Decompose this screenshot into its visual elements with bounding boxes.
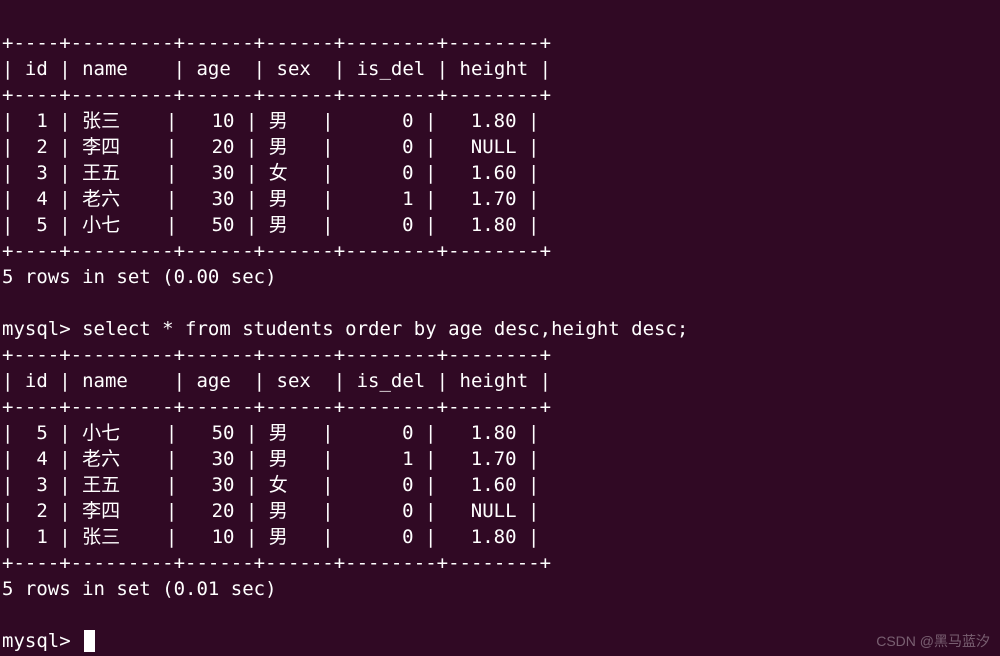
result2-status: 5 rows in set (0.01 sec) <box>2 578 277 600</box>
table1-border-bot: +----+---------+------+------+--------+-… <box>2 240 551 262</box>
prompt-line[interactable]: mysql> <box>2 630 95 652</box>
watermark-text: CSDN @黑马蓝汐 <box>876 628 990 654</box>
table2-row-5: | 1 | 张三 | 10 | 男 | 0 | 1.80 | <box>2 526 539 548</box>
table1-row-4: | 4 | 老六 | 30 | 男 | 1 | 1.70 | <box>2 188 539 210</box>
table2-border-top: +----+---------+------+------+--------+-… <box>2 344 551 366</box>
terminal-output: +----+---------+------+------+--------+-… <box>0 0 1000 656</box>
table2-row-4: | 2 | 李四 | 20 | 男 | 0 | NULL | <box>2 500 539 522</box>
result1-status: 5 rows in set (0.00 sec) <box>2 266 277 288</box>
query-line: mysql> select * from students order by a… <box>2 318 688 340</box>
table2-row-3: | 3 | 王五 | 30 | 女 | 0 | 1.60 | <box>2 474 539 496</box>
table1-header: | id | name | age | sex | is_del | heigh… <box>2 58 551 80</box>
table1-row-5: | 5 | 小七 | 50 | 男 | 0 | 1.80 | <box>2 214 539 236</box>
table2-row-1: | 5 | 小七 | 50 | 男 | 0 | 1.80 | <box>2 422 539 444</box>
table2-border-bot: +----+---------+------+------+--------+-… <box>2 552 551 574</box>
table1-border-top: +----+---------+------+------+--------+-… <box>2 32 551 54</box>
sql-query: select * from students order by age desc… <box>82 318 688 340</box>
cursor-icon <box>84 630 95 652</box>
table1-row-2: | 2 | 李四 | 20 | 男 | 0 | NULL | <box>2 136 539 158</box>
table2-border-mid: +----+---------+------+------+--------+-… <box>2 396 551 418</box>
table2-row-2: | 4 | 老六 | 30 | 男 | 1 | 1.70 | <box>2 448 539 470</box>
table2-header: | id | name | age | sex | is_del | heigh… <box>2 370 551 392</box>
table1-row-3: | 3 | 王五 | 30 | 女 | 0 | 1.60 | <box>2 162 539 184</box>
mysql-prompt: mysql> <box>2 318 82 340</box>
mysql-prompt: mysql> <box>2 630 82 652</box>
table1-row-1: | 1 | 张三 | 10 | 男 | 0 | 1.80 | <box>2 110 539 132</box>
table1-border-mid: +----+---------+------+------+--------+-… <box>2 84 551 106</box>
